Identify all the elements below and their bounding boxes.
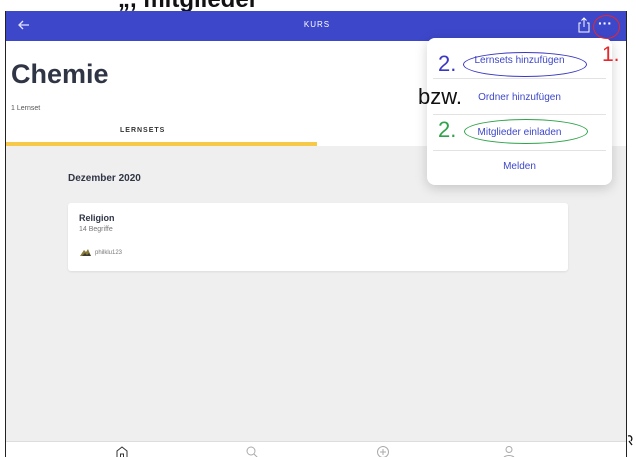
edge-fragment-icon	[627, 435, 633, 446]
annotation-circle-blue	[463, 52, 587, 77]
annotation-step-1: 1.	[602, 43, 620, 66]
profile-icon[interactable]	[502, 445, 516, 457]
annotation-bzw: bzw.	[418, 84, 463, 109]
page-title: Chemie	[11, 59, 109, 89]
card-username[interactable]: philklu123	[95, 250, 122, 256]
navbar: KURS ···	[6, 11, 626, 41]
annotation-step-2-invite: 2.	[438, 117, 457, 142]
menu-item-report[interactable]: Melden	[427, 150, 612, 186]
add-icon[interactable]	[376, 445, 390, 457]
navbar-title: KURS	[303, 20, 331, 29]
tab-lernsets[interactable]: LERNSETS	[120, 127, 165, 134]
annotation-step-2-add-sets: 2.	[438, 51, 457, 76]
menu-item-label: Melden	[503, 161, 536, 172]
card-title: Religion	[79, 213, 115, 223]
top-strip: „, mitglieder	[0, 0, 636, 11]
bottom-tab-bar	[6, 441, 626, 457]
search-icon[interactable]	[245, 445, 259, 457]
annotation-circle-green	[464, 119, 588, 144]
avatar	[80, 249, 91, 256]
card-terms-count: 14 Begriffe	[79, 226, 113, 233]
tab-underline	[6, 142, 317, 146]
annotation-circle-red	[593, 15, 620, 39]
study-set-card[interactable]: Religion 14 Begriffe philklu123	[68, 203, 568, 271]
home-icon[interactable]	[115, 445, 129, 457]
month-heading: Dezember 2020	[68, 173, 141, 184]
share-icon[interactable]	[577, 17, 591, 33]
top-strip-text: „, mitglieder	[118, 0, 258, 11]
set-count: 1 Lernset	[11, 105, 41, 112]
